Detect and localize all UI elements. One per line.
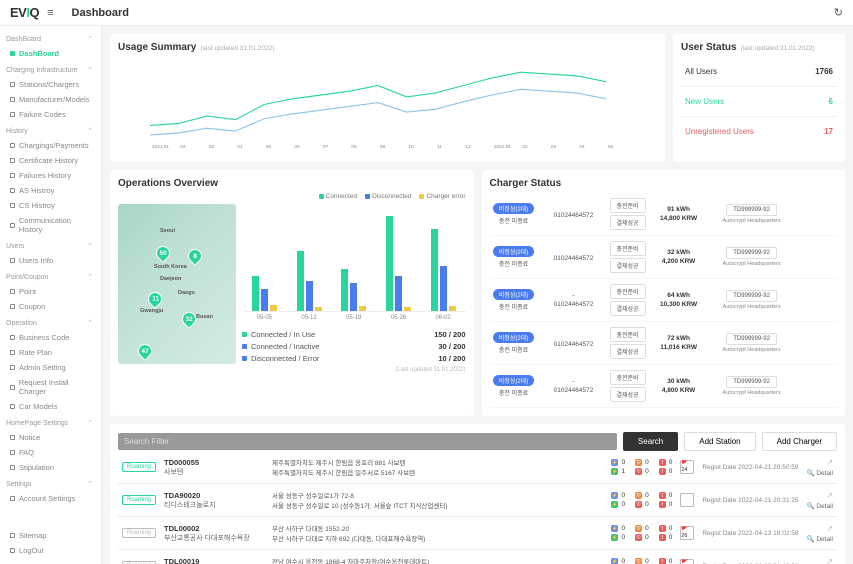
- sidebar-item[interactable]: DashBoard: [0, 46, 101, 61]
- menu-toggle-icon[interactable]: ≡: [47, 7, 53, 19]
- sidebar-group-head[interactable]: Operation⌃: [0, 316, 101, 330]
- sidebar-item[interactable]: Communication History: [0, 213, 101, 237]
- sidebar: DashBoard⌃DashBoard Charging Infrastructu…: [0, 26, 102, 564]
- ops-bar-chart: 05-0505-1205-1905-2606-02: [242, 204, 466, 312]
- map-pin[interactable]: 8: [185, 246, 205, 266]
- svg-text:10: 10: [408, 144, 414, 150]
- detail-link[interactable]: 🔍 Detail: [806, 535, 833, 543]
- svg-text:11: 11: [437, 144, 442, 150]
- map-pin[interactable]: 32: [179, 309, 199, 329]
- svg-text:02: 02: [180, 144, 186, 150]
- sidebar-item[interactable]: Car Models: [0, 399, 101, 414]
- sidebar-item[interactable]: Point: [0, 284, 101, 299]
- sidebar-item[interactable]: Manufacturer/Models: [0, 92, 101, 107]
- charger-row: 비정상(2대)충전 미종료 -01024464572 충전준비결제성공 64 k…: [490, 279, 838, 322]
- svg-text:07: 07: [323, 144, 329, 150]
- sidebar-item[interactable]: Failures History: [0, 168, 101, 183]
- external-link-icon[interactable]: ↗: [826, 458, 833, 467]
- flag-icon: [680, 493, 694, 507]
- station-row[interactable]: Roaming TDL00019어반스테이 더 캐슬 여수 웅천점 전남 여수시…: [118, 550, 837, 564]
- usage-line-chart: 2021.01 02 03 04 05 06 07 08 09 10 11 12 2022.01 02 03…: [118, 57, 657, 152]
- svg-text:05: 05: [266, 144, 272, 150]
- svg-text:09: 09: [380, 144, 386, 150]
- sidebar-group-head[interactable]: History⌃: [0, 124, 101, 138]
- map-pin[interactable]: 11: [145, 289, 165, 309]
- user-status-row: New Users6: [681, 87, 837, 117]
- svg-text:2021.01: 2021.01: [152, 144, 170, 150]
- sidebar-group-head[interactable]: Users⌃: [0, 239, 101, 253]
- svg-text:04: 04: [579, 144, 585, 150]
- sidebar-item[interactable]: Users Info: [0, 253, 101, 268]
- sidebar-item[interactable]: Rate Plan: [0, 345, 101, 360]
- station-row[interactable]: Roaming TD000055사보텐 제주특별자치도 제주시 한림읍 옹포리 …: [118, 451, 837, 484]
- flag-icon: 🚩26: [680, 526, 694, 540]
- sidebar-item[interactable]: Stipulation: [0, 460, 101, 475]
- detail-link[interactable]: 🔍 Detail: [806, 469, 833, 477]
- add-charger-button[interactable]: Add Charger: [762, 432, 837, 451]
- svg-text:02: 02: [522, 144, 528, 150]
- sidebar-item[interactable]: Account Settings: [0, 491, 101, 506]
- svg-text:08: 08: [351, 144, 357, 150]
- external-link-icon[interactable]: ↗: [826, 557, 833, 564]
- charger-status-card: Charger Status 비정상(2대)충전 미종료 01024464572…: [482, 170, 846, 416]
- sidebar-group-head[interactable]: DashBoard⌃: [0, 32, 101, 46]
- sidebar-item[interactable]: Certificate History: [0, 153, 101, 168]
- sidebar-group-head[interactable]: Charging Infrastructure⌃: [0, 63, 101, 77]
- user-status-row: Unregistered Users17: [681, 117, 837, 146]
- svg-text:05: 05: [608, 144, 614, 150]
- user-status-card: User Status(last updated 31.01.2022) All…: [673, 34, 845, 162]
- sidebar-item[interactable]: Request Install Charger: [0, 375, 101, 399]
- sidebar-group-head[interactable]: Point/Coupon⌃: [0, 270, 101, 284]
- map-pin[interactable]: 50: [153, 243, 173, 263]
- svg-text:03: 03: [551, 144, 557, 150]
- sidebar-item[interactable]: Chargings/Payments: [0, 138, 101, 153]
- flag-icon: 🚩24: [680, 460, 694, 474]
- sidebar-item[interactable]: AS Histroy: [0, 183, 101, 198]
- detail-link[interactable]: 🔍 Detail: [806, 502, 833, 510]
- operations-overview-card: Operations Overview ConnectedDisconnecte…: [110, 170, 474, 416]
- user-status-row: All Users1766: [681, 57, 837, 87]
- sidebar-item[interactable]: Notice: [0, 430, 101, 445]
- topbar: EVIQ ≡ Dashboard ↻: [0, 0, 853, 26]
- logo: EVIQ: [10, 5, 39, 20]
- svg-text:06: 06: [294, 144, 300, 150]
- usage-summary-card: Usage Summary(last updated 31.01.2022) 2…: [110, 34, 665, 162]
- sidebar-item[interactable]: CS Histroy: [0, 198, 101, 213]
- svg-text:03: 03: [209, 144, 215, 150]
- page-title: Dashboard: [72, 7, 129, 19]
- external-link-icon[interactable]: ↗: [826, 524, 833, 533]
- sidebar-item[interactable]: FAQ: [0, 445, 101, 460]
- sidebar-item[interactable]: Business Code: [0, 330, 101, 345]
- search-button[interactable]: Search: [623, 432, 678, 451]
- sidebar-item[interactable]: Admin Setting: [0, 360, 101, 375]
- sidebar-footer-item[interactable]: Sitemap: [0, 528, 101, 543]
- search-input[interactable]: [118, 433, 617, 450]
- sidebar-item[interactable]: Stations/Chargers: [0, 77, 101, 92]
- sidebar-item[interactable]: Coupon: [0, 299, 101, 314]
- add-station-button[interactable]: Add Station: [684, 432, 755, 451]
- flag-icon: 🚩25: [680, 559, 694, 564]
- refresh-icon[interactable]: ↻: [834, 6, 843, 19]
- sidebar-group-head[interactable]: HomePage Settings⌃: [0, 416, 101, 430]
- map[interactable]: SeoulSouth KoreaDaejeonDaeguGwangjuBusan…: [118, 204, 236, 364]
- svg-text:2022.01: 2022.01: [494, 144, 512, 150]
- svg-text:04: 04: [237, 144, 243, 150]
- sidebar-group-head[interactable]: Settings⌃: [0, 477, 101, 491]
- station-list-card: Search Add Station Add Charger Roaming T…: [110, 424, 845, 564]
- sidebar-item[interactable]: Failure Codes: [0, 107, 101, 122]
- charger-row: 비정상(2대)충전 미종료 01024464572 충전준비결제성공 91 kW…: [490, 193, 838, 236]
- charger-row: 비정상(2대)충전 미종료 01024464572 충전준비결제성공 32 kW…: [490, 236, 838, 279]
- svg-text:12: 12: [465, 144, 471, 150]
- charger-row: 비정상(2대)충전 미종료 01024464572 충전준비결제성공 72 kW…: [490, 322, 838, 365]
- sidebar-footer-item[interactable]: LogOut: [0, 543, 101, 558]
- map-pin[interactable]: 47: [135, 341, 155, 361]
- charger-row: 비정상(2대)충전 미종료 -01024464572 충전준비결제성공 30 k…: [490, 365, 838, 408]
- station-row[interactable]: Roaming TDA90020티디스테크놀로지 서울 성동구 성수일로1가 7…: [118, 484, 837, 517]
- station-row[interactable]: Roaming TDL00002부산교통공사 다대포해수욕장 부산 사하구 다대…: [118, 517, 837, 550]
- external-link-icon[interactable]: ↗: [826, 491, 833, 500]
